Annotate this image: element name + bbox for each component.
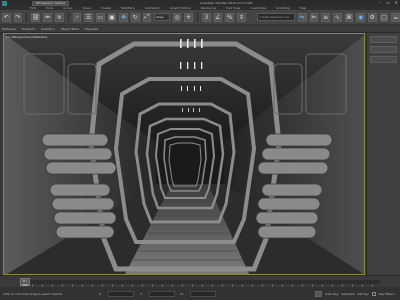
key-filters-button[interactable]: Key Filters... [379,292,397,296]
schematic-view-icon[interactable]: ⌘ [344,12,354,22]
select-by-name-icon[interactable]: ☰ [84,12,93,22]
scale-icon[interactable]: ⤢ [142,12,152,22]
corridor-scene [4,34,364,274]
minimize-icon[interactable]: – [379,0,381,5]
toolbar-divider [197,12,198,22]
render-production-icon[interactable]: ☕ [391,12,400,22]
auto-key-button[interactable]: Auto Key [325,292,338,296]
move-icon[interactable]: ✥ [119,12,128,22]
named-selection-dropdown[interactable]: Create Selection Se [256,13,295,21]
rotate-icon[interactable]: ↻ [130,12,140,22]
modify-tab[interactable] [370,46,397,53]
spinner-snap-icon[interactable]: ⇕ [237,12,246,22]
maximize-icon[interactable]: ▭ [386,0,390,5]
align-icon[interactable]: ⊨ [309,12,319,22]
reference-coordinate-dropdown[interactable]: View [154,13,170,21]
redo-icon[interactable]: ↷ [13,12,23,22]
select-object-icon[interactable]: ➚ [72,12,82,22]
key-filter-checkbox[interactable] [371,291,376,296]
time-slider-bar: 0 / 100 [0,275,400,287]
window-title: Autodesk 3ds Max 2015 lvl 9 Untitl [200,1,253,5]
undo-icon[interactable]: ↶ [2,12,11,22]
hierarchy-tab[interactable] [370,56,397,63]
command-panel [366,33,400,275]
time-slider[interactable]: 0 / 100 [20,278,30,287]
selected-dropdown[interactable]: Selected [341,292,354,296]
window-crossing-icon[interactable]: ▣ [107,12,117,22]
perspective-viewport[interactable]: [+] [Perspective] [Realistic] [3,33,365,275]
material-editor-icon[interactable]: ◉ [356,12,366,22]
ribbon-tab[interactable]: Populate [85,27,98,31]
select-manipulate-icon[interactable]: ✛ [184,12,194,22]
workspace-dropdown[interactable]: Workspace: Default [32,0,70,6]
main-toolbar: ↶ ↷ ⛓ ⚮ ≋ ➚ ☰ ▭ ▣ ✥ ↻ ⤢ View ◎ ✛ 3 ∠ % ⇕… [0,10,400,25]
window-controls: – ▭ ✕ [379,0,398,5]
set-key-button[interactable]: Set Key [357,292,368,296]
coord-label: Y: [140,291,143,296]
mirror-icon[interactable]: ⇋ [297,12,307,22]
x-coordinate-field[interactable] [108,290,135,297]
bind-spacewarp-icon[interactable]: ≋ [54,12,64,22]
status-prompt: Click or click-and-drag to select object… [3,291,63,296]
angle-snap-icon[interactable]: ∠ [213,12,223,22]
toolbar-divider [67,12,69,22]
ribbon-tab[interactable]: Selection [41,27,55,31]
link-icon[interactable]: ⛓ [31,12,41,22]
render-setup-icon[interactable]: ⚙ [368,12,377,22]
layer-manager-icon[interactable]: ≡ [321,12,330,22]
ribbon-tab[interactable]: Modeling [2,27,16,31]
toolbar-divider [26,12,28,22]
ribbon-tab[interactable]: Object Paint [61,27,79,31]
rect-selection-icon[interactable]: ▭ [95,12,105,22]
status-bar: Click or click-and-drag to select object… [0,287,400,300]
animation-controls: Auto Key Selected Set Key Key Filters... [315,290,397,297]
unlink-icon[interactable]: ⚮ [43,12,52,22]
play-icon[interactable] [315,290,323,297]
snaps-toggle-icon[interactable]: 3 [201,12,211,22]
app-logo-icon[interactable] [2,0,7,6]
percent-snap-icon[interactable]: % [225,12,234,22]
ribbon-tab[interactable]: Freeform [22,27,35,31]
close-icon[interactable]: ✕ [395,0,398,5]
viewport-label[interactable]: [+] [Perspective] [Realistic] [6,35,47,39]
y-coordinate-field[interactable] [148,290,175,297]
render-frame-icon[interactable]: ▢ [379,12,389,22]
create-tab[interactable] [370,36,397,43]
coord-label: Z: [180,291,184,296]
pivot-center-icon[interactable]: ◎ [172,12,182,22]
ribbon-tabs: Modeling Freeform Selection Object Paint… [0,25,400,33]
z-coordinate-field[interactable] [189,290,216,297]
coord-label: X: [99,291,103,296]
curve-editor-icon[interactable]: ∿ [333,12,342,22]
